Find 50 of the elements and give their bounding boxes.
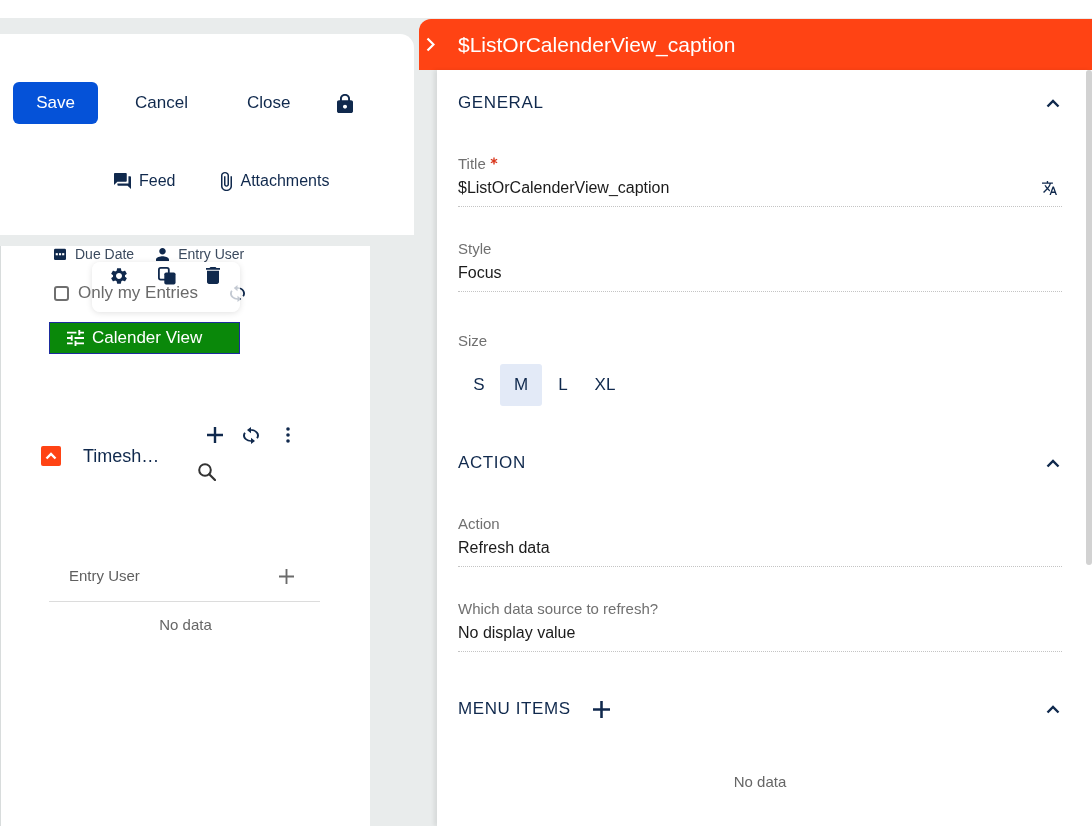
settings-icon[interactable] xyxy=(111,268,127,284)
plus-icon[interactable] xyxy=(592,700,610,718)
calender-view-button[interactable]: Calender View xyxy=(49,322,240,354)
person-icon xyxy=(156,247,170,261)
save-button[interactable]: Save xyxy=(13,82,98,124)
chevron-up-icon[interactable] xyxy=(1046,98,1060,108)
paperclip-icon[interactable] xyxy=(221,171,233,191)
chevron-up-icon[interactable] xyxy=(1046,458,1060,468)
size-option[interactable]: M xyxy=(500,364,542,406)
field-label: Size xyxy=(458,332,488,350)
field-label: Which data source to refresh? xyxy=(458,600,659,618)
chevron-right-icon[interactable] xyxy=(426,37,435,52)
column-header[interactable]: Entry User xyxy=(69,564,140,588)
panel-title: $ListOrCalenderView_caption xyxy=(458,31,736,59)
chevron-up-icon[interactable] xyxy=(1046,704,1060,714)
section-heading: MENU ITEMS xyxy=(458,698,571,721)
filter-option[interactable]: Due Date xyxy=(75,247,135,261)
feed-link[interactable]: Feed xyxy=(139,169,176,193)
copy-icon[interactable] xyxy=(158,267,176,285)
section-heading: ACTION xyxy=(458,452,526,475)
search-icon[interactable] xyxy=(198,463,216,481)
plus-icon[interactable] xyxy=(207,427,223,443)
size-option[interactable]: S xyxy=(458,364,500,406)
field-label: Style xyxy=(458,240,492,258)
checkbox-label[interactable]: Only my Entries xyxy=(78,284,198,302)
field-label: Title xyxy=(458,155,486,173)
text-field[interactable]: Refresh data xyxy=(458,538,1062,567)
text-field[interactable]: $ListOrCalenderView_caption xyxy=(458,178,1062,207)
more-icon[interactable] xyxy=(286,427,290,443)
attachments-link[interactable]: Attachments xyxy=(240,169,330,193)
lock-icon[interactable] xyxy=(337,93,354,113)
close-button[interactable]: Close xyxy=(224,82,313,124)
translate-icon[interactable] xyxy=(1042,181,1057,195)
empty-message: No data xyxy=(159,615,212,635)
checkbox[interactable] xyxy=(54,285,69,301)
delete-icon[interactable] xyxy=(206,267,220,284)
size-option[interactable]: XL xyxy=(584,364,626,406)
field-label: Action xyxy=(458,515,500,533)
sliders-icon xyxy=(67,330,84,346)
filter-option[interactable]: Entry User xyxy=(178,247,245,261)
text-field[interactable]: No display value xyxy=(458,623,1062,652)
text-field[interactable]: Focus xyxy=(458,263,1062,292)
size-option[interactable]: L xyxy=(542,364,584,406)
refresh-icon[interactable] xyxy=(243,426,259,444)
section-title: Timesh… xyxy=(83,445,160,468)
section-heading: GENERAL xyxy=(458,92,544,115)
empty-message: No data xyxy=(733,772,787,792)
scrollbar[interactable] xyxy=(1086,70,1092,565)
chat-bubbles-icon[interactable] xyxy=(114,173,131,189)
cancel-button[interactable]: Cancel xyxy=(113,82,210,124)
